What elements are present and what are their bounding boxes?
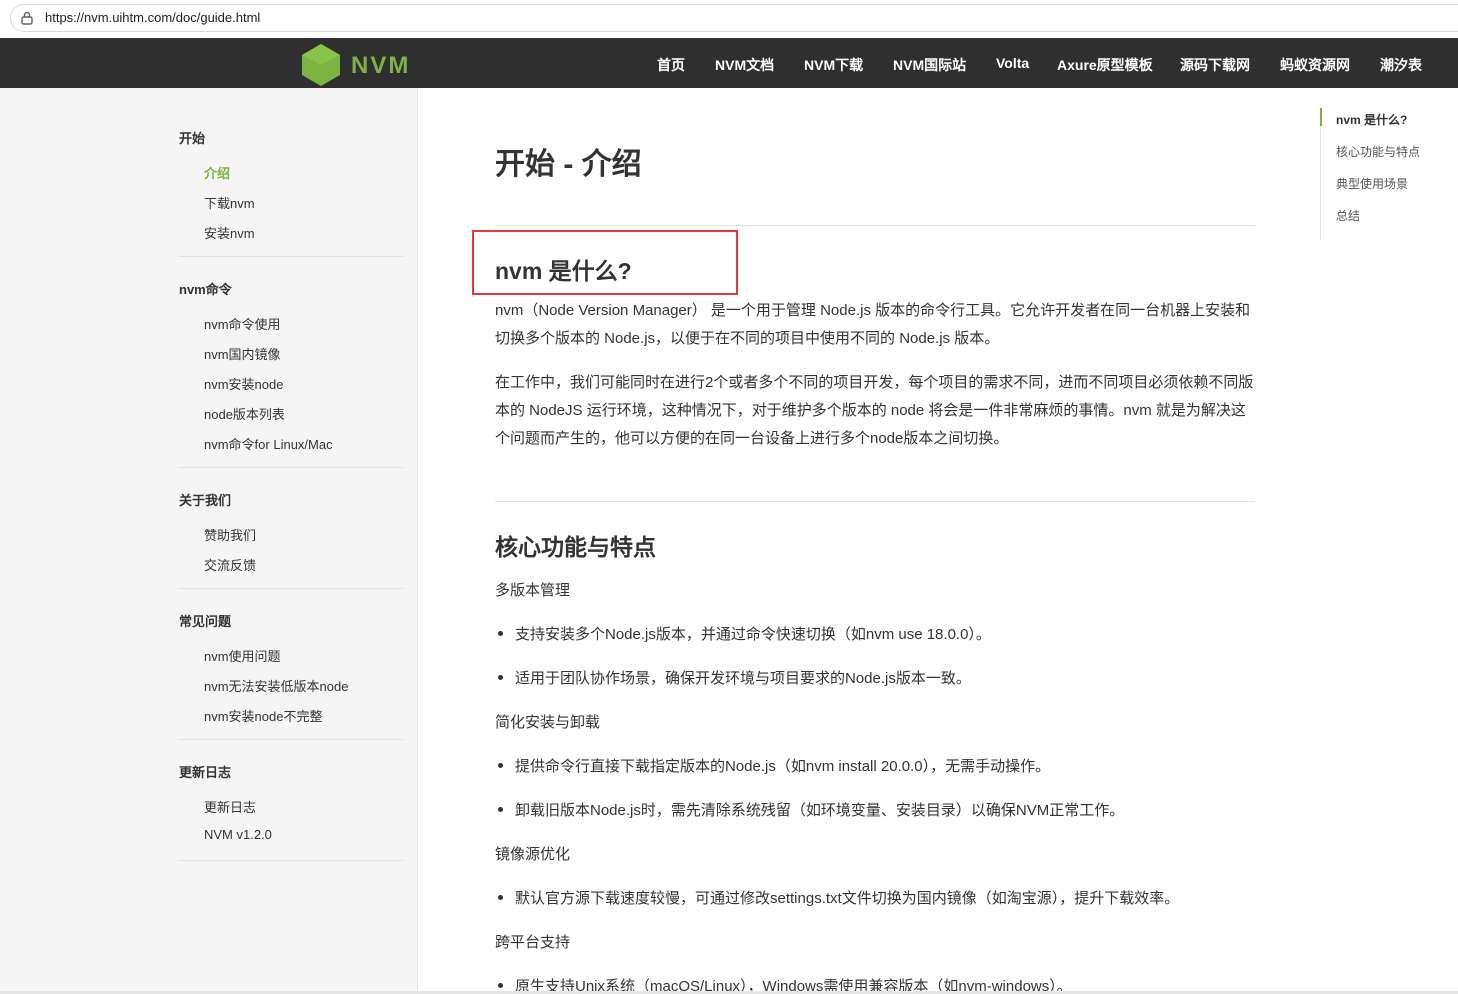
bullet-dot [498, 763, 503, 768]
sidebar-section-about: 关于我们 [179, 493, 232, 508]
toc-item-what-is-nvm[interactable]: nvm 是什么? [1336, 111, 1407, 128]
lock-icon [21, 11, 33, 25]
sidebar-section-faq: 常见问题 [179, 614, 232, 629]
sidebar-item-version[interactable]: NVM v1.2.0 [204, 827, 272, 842]
bullet-dot [498, 807, 503, 812]
section-divider [495, 225, 1255, 226]
heading-features: 核心功能与特点 [495, 534, 656, 560]
toc-item-scenarios[interactable]: 典型使用场景 [1336, 175, 1408, 192]
toc-active-indicator [1320, 108, 1322, 126]
hexagon-logo-icon [302, 44, 340, 86]
sidebar-divider [179, 256, 403, 257]
sidebar-divider [179, 588, 403, 589]
sidebar-item-low-version-issue[interactable]: nvm无法安装低版本node [204, 676, 348, 695]
sidebar-item-sponsor[interactable]: 赞助我们 [204, 525, 256, 544]
sidebar-item-install-nvm[interactable]: 安装nvm [204, 223, 255, 242]
sidebar-item-mirror[interactable]: nvm国内镜像 [204, 344, 281, 363]
list-item: 卸载旧版本Node.js时，需先清除系统残留（如环境变量、安装目录）以确保NVM… [515, 802, 1125, 819]
sidebar-section-start: 开始 [179, 131, 206, 146]
sidebar-section-commands: nvm命令 [179, 282, 232, 297]
top-navbar: NVM 首页 NVM文档 NVM下载 NVM国际站 Volta Axure原型模… [0, 38, 1458, 88]
sidebar-section-changelog: 更新日志 [179, 765, 232, 780]
url-text: https://nvm.uihtm.com/doc/guide.html [45, 10, 261, 25]
list-item: 默认官方源下载速度较慢，可通过修改settings.txt文件切换为国内镜像（如… [515, 890, 1180, 907]
bullet-dot [498, 895, 503, 900]
nav-axure[interactable]: Axure原型模板 [1057, 55, 1153, 75]
sidebar-divider [179, 467, 403, 468]
nav-international[interactable]: NVM国际站 [893, 55, 966, 75]
feature-title-mirror: 镜像源优化 [495, 846, 571, 863]
list-item: 适用于团队协作场景，确保开发环境与项目要求的Node.js版本一致。 [515, 670, 971, 687]
bullet-dot [498, 983, 503, 988]
browser-address-bar: https://nvm.uihtm.com/doc/guide.html [0, 0, 1458, 38]
sidebar-item-node-versions[interactable]: node版本列表 [204, 404, 285, 423]
sidebar-item-command-usage[interactable]: nvm命令使用 [204, 314, 281, 333]
nav-volta[interactable]: Volta [996, 55, 1029, 71]
feature-title-multi-version: 多版本管理 [495, 582, 571, 599]
paragraph-why: 在工作中，我们可能同时在进行2个或者多个不同的项目开发，每个项目的需求不同，进而… [495, 374, 1254, 447]
section-divider [495, 501, 1255, 502]
sidebar-item-feedback[interactable]: 交流反馈 [204, 555, 256, 574]
toc-item-summary[interactable]: 总结 [1336, 207, 1360, 224]
sidebar-item-download-nvm[interactable]: 下载nvm [204, 193, 255, 212]
logo-text: NVM [351, 52, 411, 79]
sidebar-item-intro[interactable]: 介绍 [204, 163, 230, 182]
feature-title-install-uninstall: 简化安装与卸载 [495, 714, 601, 731]
paragraph-intro: nvm（Node Version Manager） 是一个用于管理 Node.j… [495, 302, 1251, 347]
nav-mayi-resources[interactable]: 蚂蚁资源网 [1280, 55, 1350, 75]
site-logo[interactable]: NVM [301, 41, 421, 87]
heading-what-is-nvm: nvm 是什么? [495, 258, 632, 284]
toc-item-features[interactable]: 核心功能与特点 [1336, 143, 1420, 160]
bullet-dot [498, 631, 503, 636]
nav-download[interactable]: NVM下载 [804, 55, 863, 75]
sidebar-item-linux-mac[interactable]: nvm命令for Linux/Mac [204, 434, 333, 453]
feature-title-cross-platform: 跨平台支持 [495, 934, 571, 951]
list-item: 提供命令行直接下载指定版本的Node.js（如nvm install 20.0.… [515, 758, 1051, 775]
sidebar-divider [179, 860, 403, 861]
toc-rail [1320, 108, 1321, 240]
nav-home[interactable]: 首页 [657, 55, 685, 75]
sidebar-item-incomplete-install[interactable]: nvm安装node不完整 [204, 706, 322, 725]
sidebar-item-install-node[interactable]: nvm安装node [204, 374, 283, 393]
nav-docs[interactable]: NVM文档 [715, 55, 774, 75]
sidebar-item-changelog[interactable]: 更新日志 [204, 797, 256, 816]
sidebar-item-usage-issues[interactable]: nvm使用问题 [204, 646, 281, 665]
page-title: 开始 - 介绍 [495, 148, 642, 181]
nav-tide-table[interactable]: 潮汐表 [1380, 55, 1422, 75]
list-item: 支持安装多个Node.js版本，并通过命令快速切换（如nvm use 18.0.… [515, 626, 991, 643]
sidebar-divider [179, 739, 403, 740]
bullet-dot [498, 675, 503, 680]
nav-source-download[interactable]: 源码下载网 [1180, 55, 1250, 75]
